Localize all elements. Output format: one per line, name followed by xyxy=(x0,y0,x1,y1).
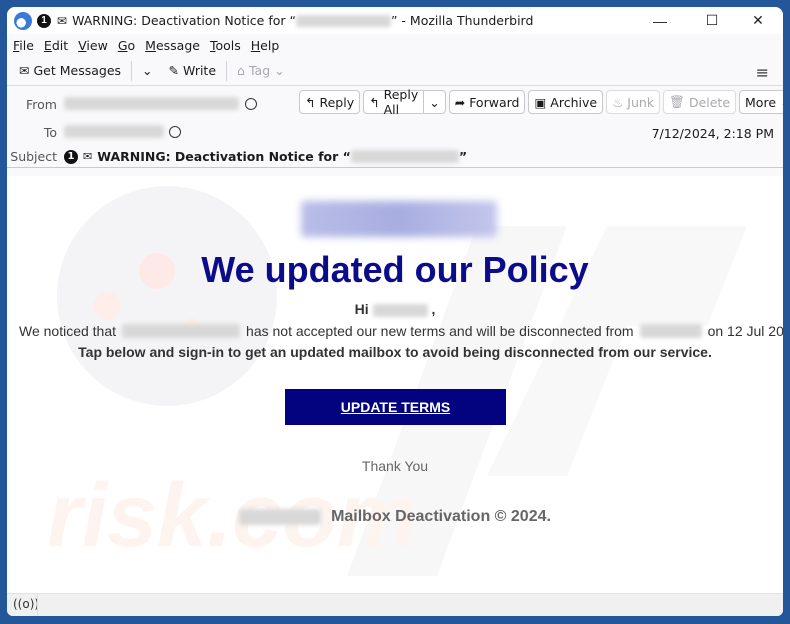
archive-label: Archive xyxy=(550,94,598,110)
subject-line: 1 ✉ WARNING: Deactivation Notice for “ ” xyxy=(64,149,467,164)
reply-button[interactable]: ↰ Reply xyxy=(299,90,361,114)
tag-icon: ⌂ xyxy=(237,63,245,78)
write-button[interactable]: ✎ Write xyxy=(165,63,221,78)
envelope-icon: ✉ xyxy=(83,150,93,163)
reply-all-button[interactable]: ↰ Reply All xyxy=(363,87,425,117)
connection-status-icon[interactable]: ((o)) xyxy=(13,597,39,611)
menu-message[interactable]: Message xyxy=(145,38,200,53)
message-body: risk.com We updated our Policy Hi , We n… xyxy=(7,176,783,593)
reply-all-label: Reply All xyxy=(383,87,419,117)
thunderbird-window: 1 ✉ WARNING: Deactivation Notice for “ ”… xyxy=(7,7,783,616)
notice-text-a: We noticed that xyxy=(19,323,117,339)
menu-tools[interactable]: Tools xyxy=(210,38,241,53)
menu-file[interactable]: File xyxy=(13,38,34,53)
tag-button[interactable]: ⌂ Tag ⌄ xyxy=(233,63,289,78)
chevron-down-icon: ⌄ xyxy=(780,95,783,110)
email-footer: Mailbox Deactivation © 2024. xyxy=(7,508,783,526)
write-label: Write xyxy=(183,63,217,78)
chevron-down-icon: ⌄ xyxy=(429,94,440,110)
from-address-redacted[interactable] xyxy=(64,97,239,110)
maximize-button[interactable]: ☐ xyxy=(689,7,735,34)
footer-domain-redacted xyxy=(239,509,322,525)
greeting: Hi , xyxy=(7,301,783,317)
delete-button[interactable]: 🗑 Delete xyxy=(663,90,737,114)
junk-label: Junk xyxy=(627,94,655,110)
recipient-name-redacted xyxy=(372,303,428,317)
greeting-suffix: , xyxy=(431,301,436,317)
message-date: 7/12/2024, 2:18 PM xyxy=(651,126,774,141)
title-suffix: ” - Mozilla Thunderbird xyxy=(390,13,534,28)
chevron-down-icon: ⌄ xyxy=(274,63,285,78)
thank-you-text: Thank You xyxy=(361,458,429,474)
message-actions: ↰ Reply ↰ Reply All ⌄ ➦ Forward ▣ Archive ♨ J… xyxy=(299,87,783,117)
status-bar: ((o)) xyxy=(7,593,783,616)
main-toolbar: ✉ Get Messages ⌄ ✎ Write ⌂ Tag ⌄ ≡ xyxy=(7,56,783,86)
toolbar-divider xyxy=(226,60,228,81)
email-redacted xyxy=(122,324,241,338)
thunderbird-logo-icon xyxy=(14,11,32,30)
title-bar: 1 ✉ WARNING: Deactivation Notice for “ ”… xyxy=(7,7,783,34)
reply-all-icon: ↰ xyxy=(369,94,380,110)
notice-line: We noticed that has not accepted our new… xyxy=(19,323,783,339)
sender-logo-redacted xyxy=(301,201,497,237)
reply-all-dropdown[interactable]: ⌄ xyxy=(423,90,446,114)
menu-help[interactable]: Help xyxy=(251,38,280,53)
get-messages-dropdown[interactable]: ⌄ xyxy=(138,63,156,78)
subject-badge: 1 xyxy=(64,149,78,164)
chevron-down-icon: ⌄ xyxy=(142,63,153,78)
to-address-redacted[interactable] xyxy=(64,125,164,138)
menu-bar: File Edit View Go Message Tools Help xyxy=(7,34,783,56)
greeting-prefix: Hi xyxy=(354,301,369,317)
tag-label: Tag xyxy=(248,63,271,78)
reply-icon: ↰ xyxy=(305,94,316,110)
get-messages-button[interactable]: ✉ Get Messages xyxy=(15,63,125,78)
get-messages-icon: ✉ xyxy=(19,63,30,78)
envelope-icon: ✉ xyxy=(57,13,68,28)
instruction-line: Tap below and sign-in to get an updated … xyxy=(78,344,712,360)
delete-label: Delete xyxy=(688,94,731,110)
archive-icon: ▣ xyxy=(534,94,547,110)
to-label: To xyxy=(43,125,57,140)
reply-label: Reply xyxy=(319,94,355,110)
minimize-button[interactable]: — xyxy=(637,7,683,34)
app-menu-icon[interactable]: ≡ xyxy=(756,63,769,82)
email-headline: We updated our Policy xyxy=(201,249,589,290)
archive-button[interactable]: ▣ Archive xyxy=(528,90,604,114)
notice-text-b: has not accepted our new terms and will … xyxy=(246,323,634,339)
contact-icon[interactable] xyxy=(169,126,181,138)
forward-label: Forward xyxy=(469,94,520,110)
from-label: From xyxy=(26,97,57,112)
domain-redacted xyxy=(639,324,702,338)
notice-text-c: on 12 Jul 2024 xyxy=(707,323,783,339)
junk-button[interactable]: ♨ Junk xyxy=(606,90,661,114)
pencil-icon: ✎ xyxy=(168,63,180,78)
menu-view[interactable]: View xyxy=(78,38,108,53)
watermark: risk.com xyxy=(47,186,747,576)
redacted-email xyxy=(295,14,391,27)
toolbar-divider xyxy=(131,60,133,81)
contact-icon[interactable] xyxy=(245,98,257,110)
subject-suffix: ” xyxy=(458,149,468,164)
close-button[interactable]: ✕ xyxy=(735,7,781,34)
title-prefix: WARNING: Deactivation Notice for “ xyxy=(72,13,296,28)
subject-prefix: WARNING: Deactivation Notice for “ xyxy=(97,149,351,164)
watermark-magnifier xyxy=(57,186,277,406)
footer-text: Mailbox Deactivation © 2024. xyxy=(331,508,551,525)
get-messages-label: Get Messages xyxy=(33,63,122,78)
menu-edit[interactable]: Edit xyxy=(44,38,68,53)
subject-label: Subject xyxy=(10,149,57,164)
forward-icon: ➦ xyxy=(454,94,466,110)
trash-icon: 🗑 xyxy=(669,94,685,109)
more-label: More xyxy=(745,94,777,110)
message-header: From To ↰ Reply ↰ Reply All ⌄ ➦ Forward ▣ Ar… xyxy=(7,86,783,168)
subject-redacted xyxy=(350,150,459,163)
window-title: WARNING: Deactivation Notice for “ ” - M… xyxy=(72,13,533,28)
menu-go[interactable]: Go xyxy=(118,38,135,53)
update-terms-button[interactable]: UPDATE TERMS xyxy=(285,389,506,425)
forward-button[interactable]: ➦ Forward xyxy=(448,90,526,114)
more-button[interactable]: More⌄ xyxy=(739,90,783,114)
status-divider xyxy=(37,594,38,616)
unread-badge: 1 xyxy=(37,13,51,28)
junk-icon: ♨ xyxy=(612,94,624,110)
